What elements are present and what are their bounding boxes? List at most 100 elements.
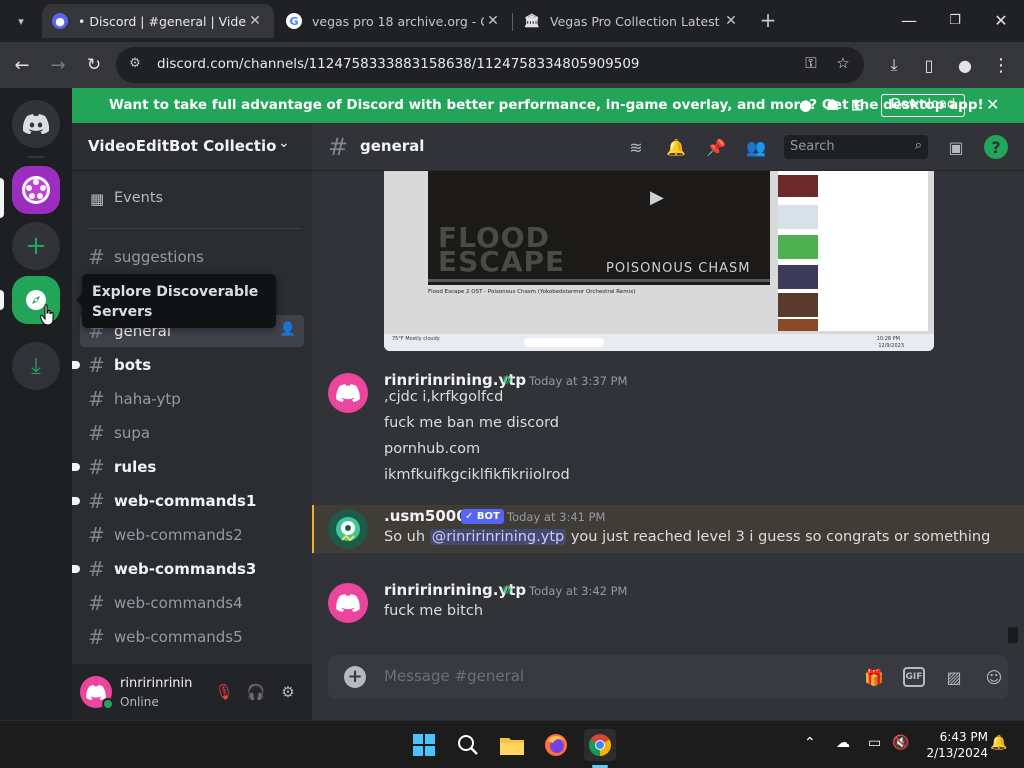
help-icon[interactable]: ? bbox=[984, 135, 1008, 159]
bot-avatar[interactable] bbox=[328, 509, 368, 549]
emoji-icon[interactable]: ☺ bbox=[982, 665, 1006, 689]
onedrive-cloud-icon[interactable]: ☁ bbox=[836, 735, 850, 751]
server-rail: + ⤓ bbox=[0, 88, 72, 720]
sticker-icon[interactable]: ▨ bbox=[942, 665, 966, 689]
direct-messages-button[interactable] bbox=[12, 100, 60, 148]
hashtag-icon: # bbox=[88, 489, 105, 513]
close-tab-icon[interactable]: ✕ bbox=[246, 13, 264, 29]
message-composer[interactable]: + Message #general 🎁 GIF ▨ ☺ bbox=[328, 655, 1008, 699]
notification-bell-icon[interactable]: 🔔 bbox=[990, 735, 1007, 751]
network-icon[interactable]: ▭ bbox=[868, 735, 881, 751]
threads-icon[interactable]: ≋ bbox=[624, 135, 648, 159]
download-app-button[interactable]: Download bbox=[881, 94, 965, 117]
inbox-icon[interactable]: ▣ bbox=[944, 135, 968, 159]
reload-button[interactable]: ↻ bbox=[79, 50, 109, 80]
start-button[interactable] bbox=[408, 729, 440, 761]
tab-title: • Discord | #general | VideoEdit bbox=[78, 13, 246, 29]
channel-suggestions[interactable]: # suggestions bbox=[80, 241, 304, 273]
weather-text: 75°F Mostly cloudy bbox=[392, 336, 440, 342]
url-text[interactable]: discord.com/channels/1124758333883158638… bbox=[157, 56, 640, 72]
author-avatar[interactable] bbox=[328, 373, 368, 413]
tooltip-arrow bbox=[76, 294, 82, 306]
system-clock[interactable]: 6:43 PM 2/13/2024 bbox=[916, 729, 988, 761]
sidebar-divider bbox=[88, 228, 300, 229]
android-icon: ☗ bbox=[826, 96, 840, 114]
hand-cursor-icon bbox=[40, 304, 54, 326]
user-mention[interactable]: @rinririnrining.ytp bbox=[429, 529, 567, 545]
pin-icon[interactable]: 📌 bbox=[704, 135, 728, 159]
search-input[interactable]: Search ⌕ bbox=[784, 135, 928, 159]
channel-bots[interactable]: # bots bbox=[72, 349, 304, 381]
message-timestamp: Today at 3:42 PM bbox=[529, 584, 628, 598]
tab-archive-org[interactable]: 🏛 Vegas Pro Collection Latest Buil ✕ bbox=[514, 4, 750, 38]
member-list-icon[interactable]: 👥 bbox=[744, 135, 768, 159]
invite-member-icon[interactable]: 👤 bbox=[280, 322, 296, 337]
minimize-button[interactable]: — bbox=[886, 0, 932, 40]
side-panel-icon[interactable]: ▯ bbox=[915, 51, 943, 79]
address-bar[interactable]: ⚙ discord.com/channels/11247583338831586… bbox=[116, 47, 864, 83]
notification-bell-icon[interactable]: 🔔 bbox=[664, 135, 688, 159]
chrome-button[interactable] bbox=[584, 729, 616, 761]
window-close-button[interactable]: ✕ bbox=[978, 0, 1024, 40]
channel-name: suggestions bbox=[114, 248, 204, 266]
progress-bar[interactable] bbox=[428, 279, 770, 282]
browser-tab-bar: ▾ ● • Discord | #general | VideoEdit ✕ G… bbox=[0, 0, 1024, 42]
close-tab-icon[interactable]: ✕ bbox=[722, 13, 740, 29]
channel-haha-ytp[interactable]: # haha-ytp bbox=[80, 383, 304, 415]
channel-rules[interactable]: # rules bbox=[72, 451, 304, 483]
bookmark-star-icon[interactable]: ☆ bbox=[832, 54, 854, 76]
close-banner-icon[interactable]: ✕ bbox=[986, 95, 999, 114]
video-player[interactable]: FLOOD ESCAPE POISONOUS CHASM ▶ bbox=[428, 171, 770, 285]
channel-web-commands5[interactable]: # web-commands5 bbox=[80, 621, 304, 653]
channel-supa[interactable]: # supa bbox=[80, 417, 304, 449]
channel-web-commands4[interactable]: # web-commands4 bbox=[80, 587, 304, 619]
chevron-down-icon: ⌄ bbox=[278, 135, 290, 151]
tray-overflow-chevron-icon[interactable]: ⌃ bbox=[804, 735, 816, 751]
embedded-screenshot-image[interactable]: FLOOD ESCAPE POISONOUS CHASM ▶ Flood Esca… bbox=[384, 171, 934, 351]
firefox-button[interactable] bbox=[540, 729, 572, 761]
gif-button[interactable]: GIF bbox=[903, 667, 925, 687]
message-timestamp: Today at 3:41 PM bbox=[507, 510, 606, 524]
forward-button[interactable]: → bbox=[43, 50, 73, 80]
scrollbar-thumb[interactable] bbox=[1008, 627, 1018, 643]
tab-google-search[interactable]: G vegas pro 18 archive.org - Goo ✕ bbox=[276, 4, 512, 38]
volume-muted-icon[interactable]: 🔇 bbox=[892, 735, 909, 751]
tab-discord[interactable]: ● • Discord | #general | VideoEdit ✕ bbox=[42, 4, 274, 38]
channel-name: rules bbox=[114, 458, 157, 476]
windows-taskbar: ⌃ ☁ ▭ 🔇 6:43 PM 2/13/2024 🔔 bbox=[0, 720, 1024, 768]
events-item[interactable]: ▦ Events bbox=[80, 183, 304, 215]
restore-button[interactable]: ❐ bbox=[932, 0, 978, 40]
file-explorer-button[interactable] bbox=[496, 729, 528, 761]
server-videoeditbot-collection[interactable] bbox=[12, 166, 60, 214]
download-apps-button[interactable]: ⤓ bbox=[12, 342, 60, 390]
gift-icon[interactable]: 🎁 bbox=[862, 665, 886, 689]
new-tab-button[interactable]: + bbox=[756, 9, 780, 33]
password-key-icon[interactable]: ⚿ bbox=[800, 54, 822, 76]
author-name[interactable]: .usm5000. bbox=[384, 507, 472, 525]
site-info-icon[interactable]: ⚙ bbox=[126, 56, 144, 74]
downloads-icon[interactable]: ⤓ bbox=[880, 51, 908, 79]
back-button[interactable]: ← bbox=[7, 50, 37, 80]
tab-search-button[interactable]: ▾ bbox=[8, 8, 34, 34]
headphones-icon[interactable]: 🎧 bbox=[244, 680, 268, 704]
windows-logo-icon bbox=[413, 734, 435, 756]
channel-web-commands2[interactable]: # web-commands2 bbox=[80, 519, 304, 551]
mute-mic-icon[interactable]: 🎙 bbox=[212, 680, 236, 704]
guild-header[interactable]: VideoEditBot Collection 1.0 ⌄ bbox=[72, 123, 312, 171]
search-icon: ⌕ bbox=[914, 138, 922, 153]
message-input[interactable]: Message #general bbox=[384, 667, 524, 685]
taskbar-search-button[interactable] bbox=[452, 729, 484, 761]
close-tab-icon[interactable]: ✕ bbox=[484, 13, 502, 29]
profile-icon[interactable]: ● bbox=[951, 51, 979, 79]
browser-toolbar: ← → ↻ ⚙ discord.com/channels/11247583338… bbox=[0, 42, 1024, 88]
play-icon[interactable]: ▶ bbox=[650, 187, 664, 208]
user-panel: rinririnrining.ytp Online 🎙 🎧 ⚙ bbox=[72, 664, 312, 720]
author-avatar[interactable] bbox=[328, 583, 368, 623]
chrome-menu-icon[interactable]: ⋮ bbox=[987, 51, 1015, 79]
channel-web-commands1[interactable]: # web-commands1 bbox=[72, 485, 304, 517]
settings-gear-icon[interactable]: ⚙ bbox=[276, 680, 300, 704]
channel-web-commands3[interactable]: # web-commands3 bbox=[72, 553, 304, 585]
attach-plus-button[interactable]: + bbox=[344, 666, 366, 688]
add-server-button[interactable]: + bbox=[12, 222, 60, 270]
desktop-app-banner: Want to take full advantage of Discord w… bbox=[72, 88, 1024, 123]
